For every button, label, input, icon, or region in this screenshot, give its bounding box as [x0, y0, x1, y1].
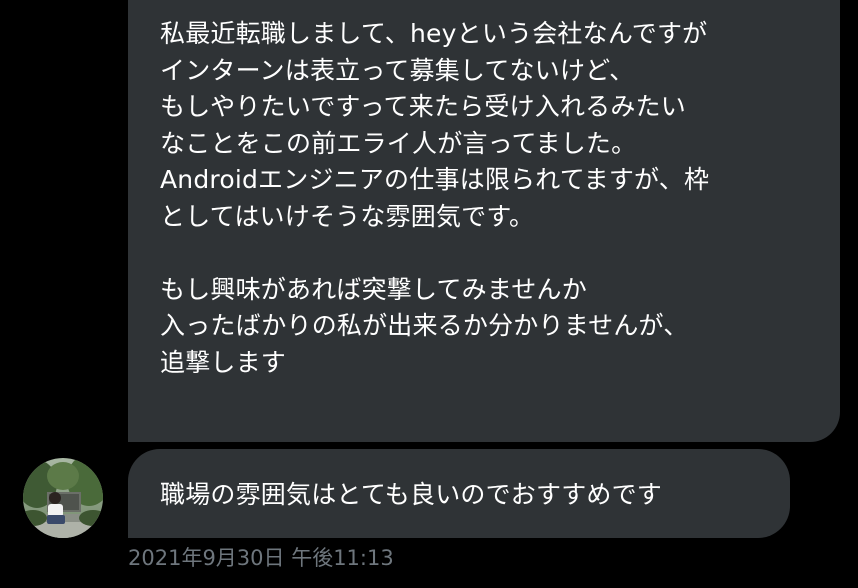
message-line: もしやりたいですって来たら受け入れるみたい — [160, 92, 686, 121]
sender-avatar[interactable] — [23, 458, 103, 538]
message-line: 職場の雰囲気はとても良いのでおすすめです — [160, 480, 663, 509]
message-timestamp: 2021年9月30日 午後11:13 — [128, 546, 394, 570]
message-line: としてはいけそうな雰囲気です。 — [160, 201, 535, 231]
message-line: 追撃します — [160, 347, 287, 377]
message-line: インターンは表立って募集してないけど、 — [160, 55, 635, 85]
message-line: 私最近転職しまして、heyという会社なんですが — [160, 19, 708, 48]
message-line: Androidエンジニアの仕事は限られてますが、枠 — [160, 165, 710, 194]
user-avatar-photo-icon — [23, 458, 103, 538]
message-line: 入ったばかりの私が出来るか分かりませんが、 — [160, 311, 689, 340]
message-line: もし興味があれば突撃してみませんか — [160, 274, 587, 304]
message-line: なことをこの前エライ人が言ってました。 — [160, 128, 637, 158]
message-bubble-1[interactable]: 私最近転職しまして、heyという会社なんですが インターンは表立って募集してない… — [128, 0, 840, 442]
message-bubble-2[interactable]: 職場の雰囲気はとても良いのでおすすめです — [128, 449, 790, 538]
